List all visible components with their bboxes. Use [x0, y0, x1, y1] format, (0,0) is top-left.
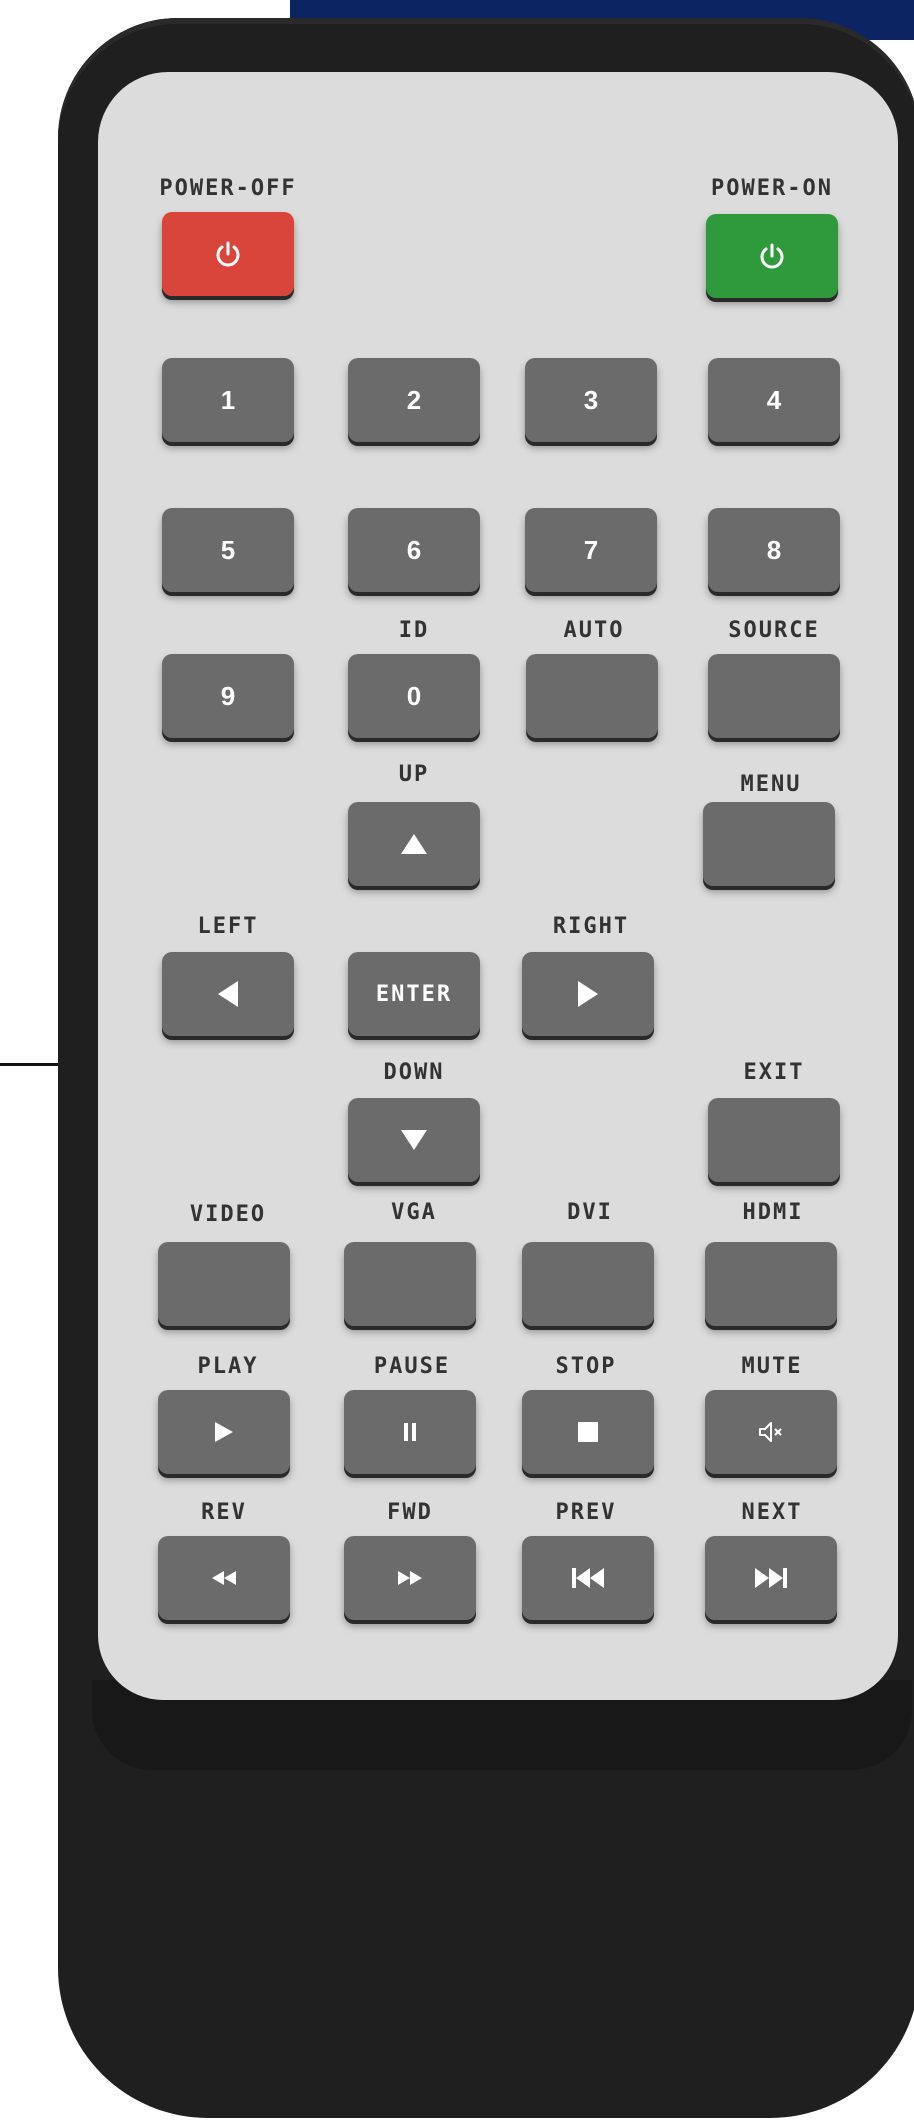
number-6-button[interactable]: 6 [348, 508, 480, 592]
up-label: UP [398, 762, 430, 787]
left-button[interactable] [162, 952, 294, 1036]
next-button[interactable] [705, 1536, 837, 1620]
stop-button[interactable] [522, 1390, 654, 1474]
rewind-icon [210, 1569, 238, 1587]
number-7-button[interactable]: 7 [525, 508, 657, 592]
pause-label: PAUSE [373, 1354, 451, 1379]
triangle-down-icon [399, 1128, 429, 1152]
play-icon [213, 1420, 235, 1444]
fwd-button[interactable] [344, 1536, 476, 1620]
power-on-button[interactable] [706, 214, 838, 298]
exit-label: EXIT [743, 1060, 805, 1085]
dvi-button[interactable] [522, 1242, 654, 1326]
vga-button[interactable] [344, 1242, 476, 1326]
fwd-label: FWD [387, 1500, 433, 1525]
pause-icon [402, 1422, 418, 1442]
number-0-button[interactable]: 0 [348, 654, 480, 738]
down-label: DOWN [383, 1060, 445, 1085]
next-label: NEXT [741, 1500, 803, 1525]
left-label: LEFT [197, 914, 259, 939]
power-off-button[interactable] [162, 212, 294, 296]
skip-next-icon [753, 1566, 789, 1590]
source-button[interactable] [708, 654, 840, 738]
menu-button[interactable] [703, 802, 835, 886]
mute-button[interactable] [705, 1390, 837, 1474]
triangle-right-icon [576, 979, 600, 1009]
triangle-left-icon [216, 979, 240, 1009]
source-label: SOURCE [728, 618, 820, 643]
mute-label: MUTE [741, 1354, 803, 1379]
connector-line [0, 1063, 64, 1066]
dvi-label: DVI [567, 1200, 613, 1225]
power-icon [213, 239, 243, 269]
stop-label: STOP [555, 1354, 617, 1379]
prev-button[interactable] [522, 1536, 654, 1620]
hdmi-button[interactable] [705, 1242, 837, 1326]
rev-label: REV [201, 1500, 247, 1525]
vga-label: VGA [391, 1200, 437, 1225]
skip-previous-icon [570, 1566, 606, 1590]
up-button[interactable] [348, 802, 480, 886]
exit-button[interactable] [708, 1098, 840, 1182]
prev-label: PREV [555, 1500, 617, 1525]
pause-button[interactable] [344, 1390, 476, 1474]
auto-button[interactable] [526, 654, 658, 738]
play-button[interactable] [158, 1390, 290, 1474]
enter-label: ENTER [375, 981, 453, 1007]
right-button[interactable] [522, 952, 654, 1036]
power-off-label: POWER-OFF [159, 176, 297, 201]
play-label: PLAY [197, 1354, 259, 1379]
right-label: RIGHT [552, 914, 630, 939]
triangle-up-icon [399, 832, 429, 856]
number-8-button[interactable]: 8 [708, 508, 840, 592]
fast-forward-icon [396, 1569, 424, 1587]
enter-button[interactable]: ENTER [348, 952, 480, 1036]
power-on-label: POWER-ON [711, 176, 833, 201]
hdmi-label: HDMI [742, 1200, 804, 1225]
id-label: ID [398, 618, 430, 643]
down-button[interactable] [348, 1098, 480, 1182]
mute-icon [757, 1420, 785, 1444]
number-9-button[interactable]: 9 [162, 654, 294, 738]
power-icon [757, 241, 787, 271]
number-5-button[interactable]: 5 [162, 508, 294, 592]
number-1-button[interactable]: 1 [162, 358, 294, 442]
number-3-button[interactable]: 3 [525, 358, 657, 442]
rev-button[interactable] [158, 1536, 290, 1620]
auto-label: AUTO [563, 618, 625, 643]
menu-label: MENU [740, 772, 802, 797]
number-2-button[interactable]: 2 [348, 358, 480, 442]
number-4-button[interactable]: 4 [708, 358, 840, 442]
video-button[interactable] [158, 1242, 290, 1326]
stop-icon [577, 1421, 599, 1443]
video-label: VIDEO [189, 1202, 267, 1227]
